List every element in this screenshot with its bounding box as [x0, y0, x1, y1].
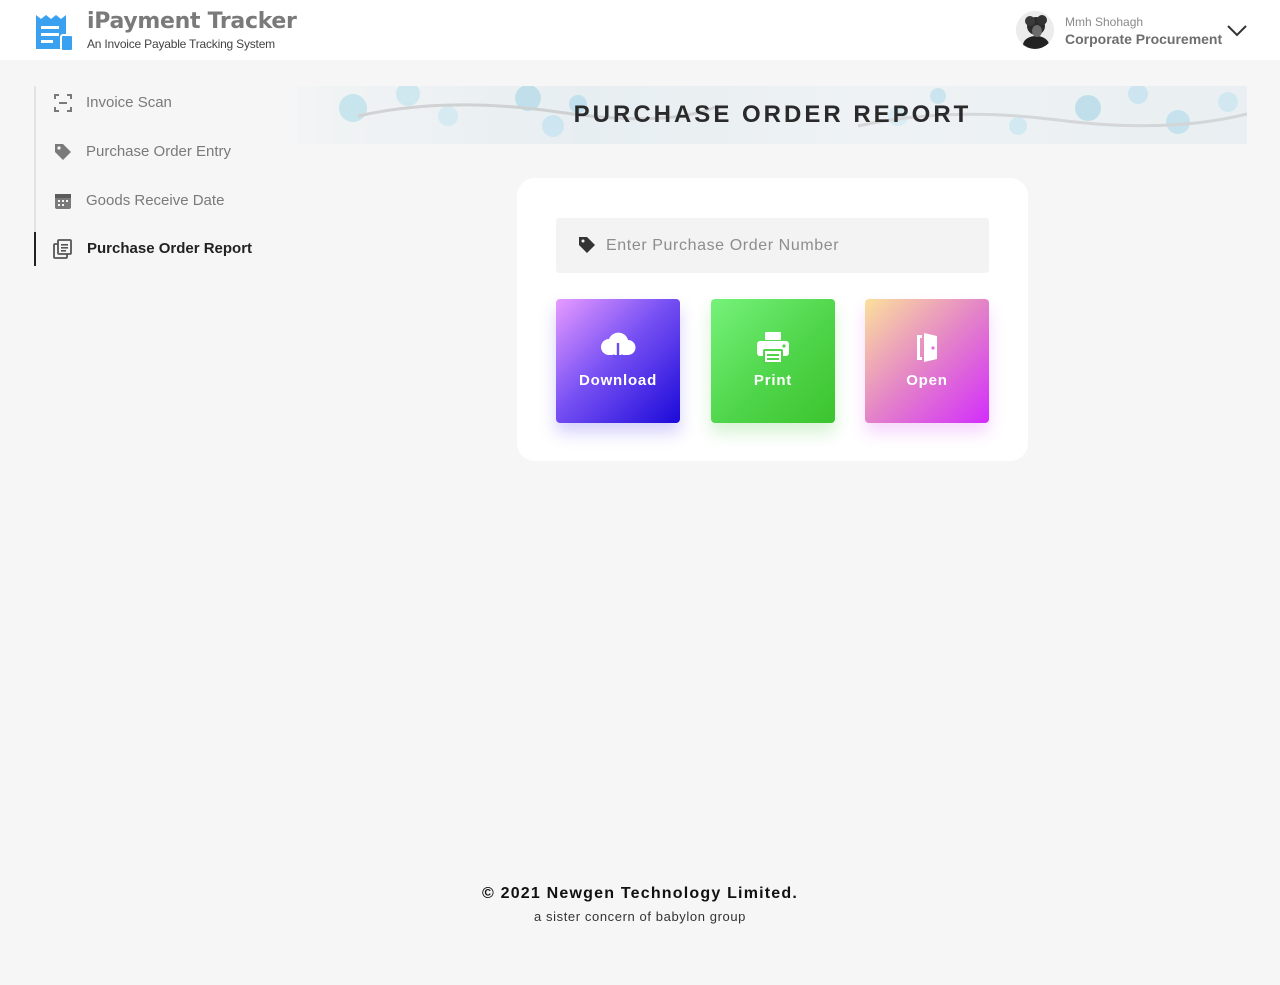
calendar-icon [55, 194, 71, 209]
report-card: Download Print Open [517, 178, 1028, 461]
sidebar-item-label: Goods Receive Date [86, 192, 225, 209]
report-clipboard-icon [53, 239, 72, 259]
sidebar-item-goods-receive-date[interactable]: Goods Receive Date [36, 184, 286, 218]
sidebar-item-purchase-order-report[interactable]: Purchase Order Report [34, 232, 284, 266]
page-title: PURCHASE ORDER REPORT [573, 101, 972, 128]
cloud-download-icon [601, 332, 636, 362]
user-department: Corporate Procurement [1065, 31, 1223, 47]
scan-icon [54, 94, 72, 112]
print-button[interactable]: Print [711, 299, 835, 423]
sidebar-nav: Invoice Scan Purchase Order Entry Goods … [34, 86, 284, 266]
print-button-label: Print [753, 372, 793, 389]
door-open-icon [917, 333, 937, 362]
download-button-label: Download [578, 372, 658, 389]
top-header: iPayment Tracker An Invoice Payable Trac… [0, 0, 1280, 60]
open-button-label: Open [906, 372, 948, 389]
sidebar-item-invoice-scan[interactable]: Invoice Scan [36, 86, 286, 120]
printer-icon [757, 332, 789, 364]
footer-tagline: a sister concern of babylon group [533, 909, 747, 924]
sidebar-item-label: Invoice Scan [86, 94, 172, 111]
sidebar-item-label: Purchase Order Entry [86, 143, 232, 160]
tag-icon [579, 237, 595, 253]
tag-icon [55, 144, 71, 160]
app-subtitle: An Invoice Payable Tracking System [87, 37, 275, 51]
sidebar-item-purchase-order-entry[interactable]: Purchase Order Entry [36, 135, 286, 169]
footer-copyright: © 2021 Newgen Technology Limited. [481, 885, 799, 902]
user-name: Mmh Shohagh [1065, 15, 1144, 29]
download-button[interactable]: Download [556, 299, 680, 423]
user-avatar-icon [1016, 11, 1054, 49]
chevron-down-icon[interactable] [1226, 22, 1248, 38]
receipt-document-icon [36, 15, 74, 52]
purchase-order-number-input[interactable] [606, 228, 976, 263]
avatar[interactable] [1016, 11, 1054, 49]
search-field[interactable] [556, 218, 989, 273]
page-header-banner: PURCHASE ORDER REPORT [298, 86, 1247, 144]
app-title: iPayment Tracker [87, 9, 297, 34]
open-button[interactable]: Open [865, 299, 989, 423]
sidebar-item-label: Purchase Order Report [87, 240, 253, 257]
